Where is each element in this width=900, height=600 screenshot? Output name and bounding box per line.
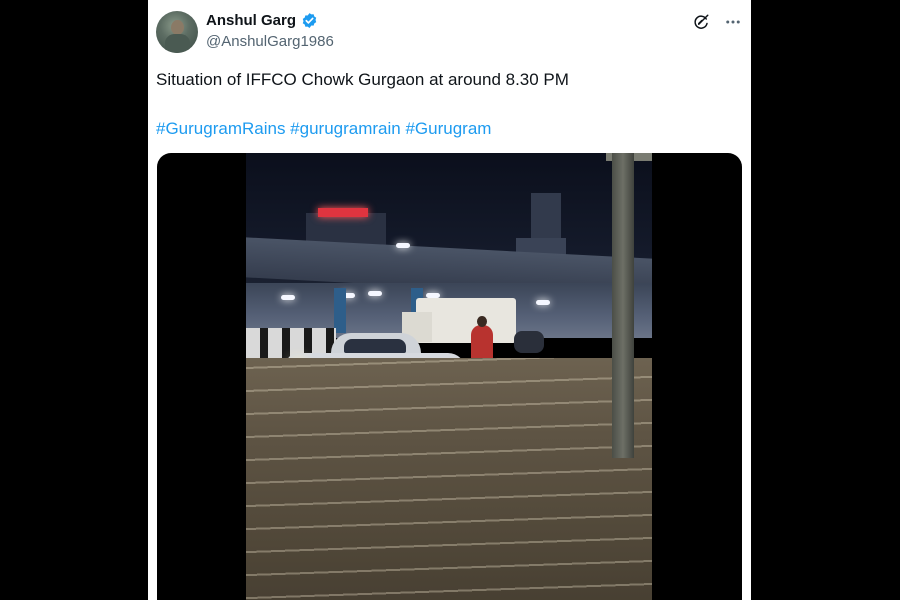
author-name-row[interactable]: Anshul Garg [206,12,318,29]
avatar-head [171,20,184,35]
avatar-body [165,34,190,53]
street-light [396,243,410,248]
tweet-actions-top [691,12,743,32]
street-light [281,295,295,300]
hashtag-link[interactable]: #Gurugram [405,119,491,138]
flood-video-frame[interactable] [246,153,652,600]
author-handle[interactable]: @AnshulGarg1986 [206,33,334,50]
flood-water [246,358,652,600]
hashtag-link[interactable]: #GurugramRains [156,119,290,138]
tweet-media[interactable] [157,153,742,600]
more-options-icon[interactable] [723,12,743,32]
hashtag-list: #GurugramRains #gurugramrain #Gurugram [156,118,491,140]
verified-badge-icon [301,12,318,29]
grok-icon[interactable] [691,12,711,32]
motorcyclist [514,331,544,353]
tweet-card: Anshul Garg @AnshulGarg1986 Situation of… [148,0,751,600]
avatar[interactable] [156,11,198,53]
neon-sign [318,208,368,217]
flyover-pillar [334,288,346,333]
hashtag-link[interactable]: #gurugramrain [290,119,405,138]
tweet-text: Situation of IFFCO Chowk Gurgaon at arou… [156,70,569,89]
lamp-pole [612,153,634,458]
street-light [536,300,550,305]
street-light [368,291,382,296]
author-name[interactable]: Anshul Garg [206,12,296,29]
